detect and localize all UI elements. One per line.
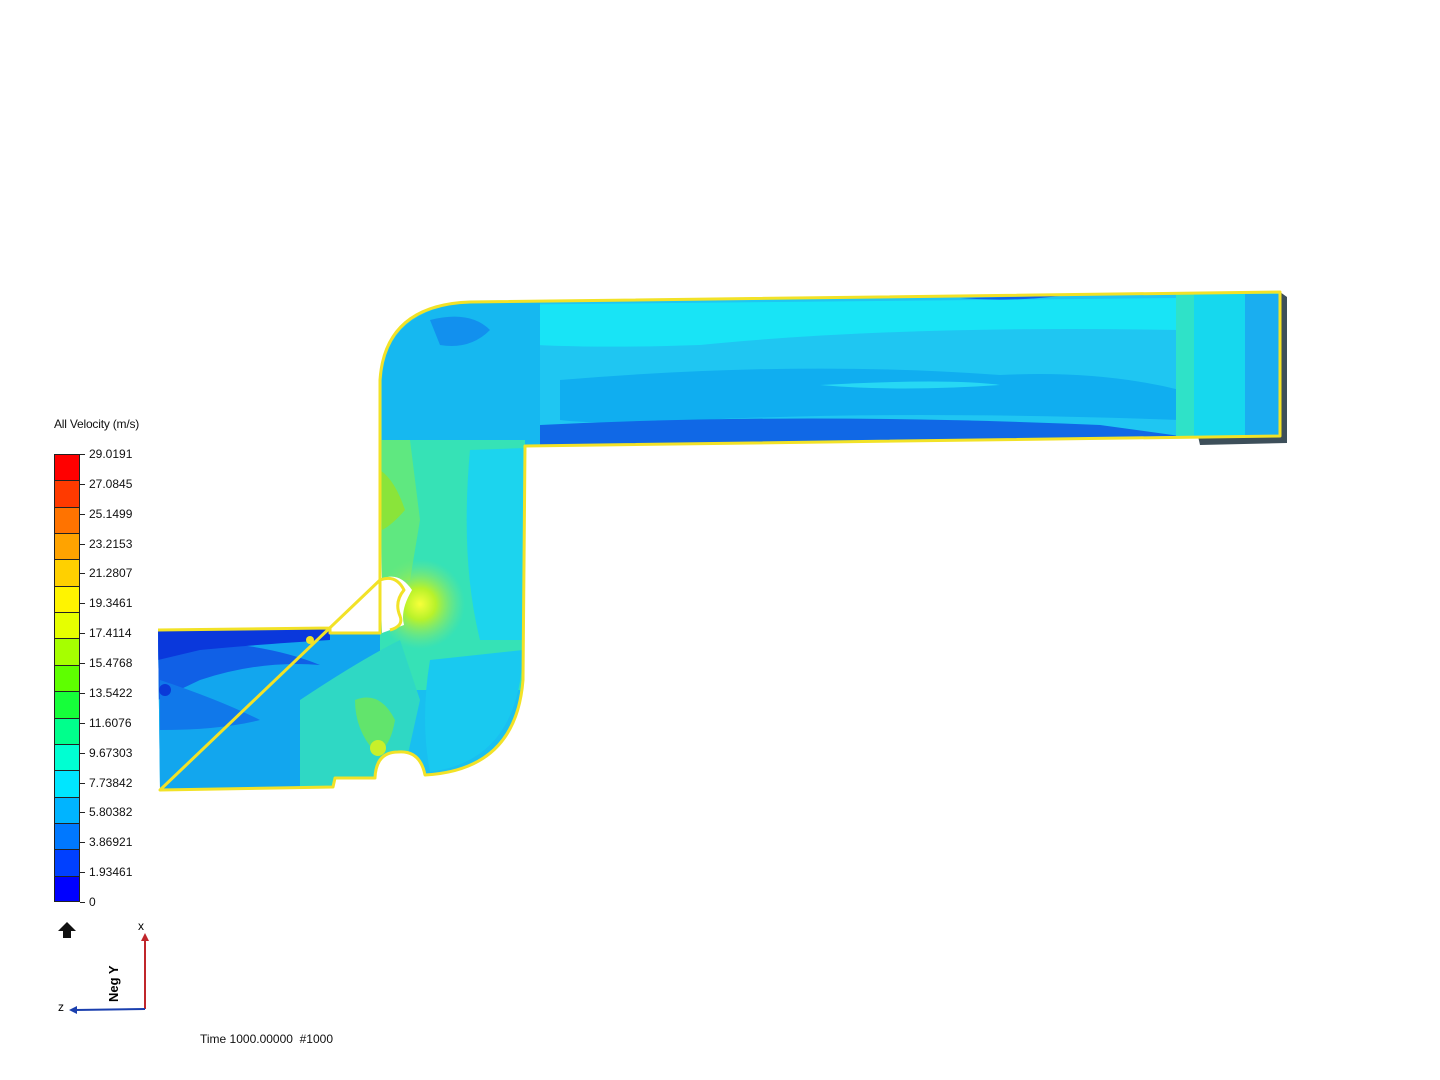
- legend-tick-mark: [80, 902, 85, 903]
- legend-tick-mark: [80, 633, 85, 635]
- axis-triad: x z Neg Y: [58, 919, 149, 1014]
- legend-tick-mark: [80, 454, 85, 455]
- legend-tick-label: 7.73842: [89, 775, 133, 790]
- legend-tick-label: 9.67303: [89, 745, 133, 760]
- legend-tick-mark: [80, 603, 85, 605]
- legend-tick-mark: [80, 782, 85, 784]
- x-axis-arrow: [141, 933, 149, 941]
- legend-tick-label: 27.0845: [89, 476, 133, 491]
- legend-tick-mark: [80, 722, 85, 724]
- legend-tick-mark: [80, 513, 85, 515]
- legend-title: All Velocity (m/s): [54, 417, 140, 431]
- z-axis-arrow: [69, 1006, 77, 1014]
- legend-tick-mark: [80, 573, 85, 575]
- legend-tick-label: 1.93461: [89, 865, 133, 880]
- legend-tick-label: 3.86921: [89, 835, 133, 850]
- z-axis-label: z: [58, 1000, 64, 1014]
- simulation-viewport[interactable]: [0, 0, 1440, 1080]
- z-axis-line: [74, 1008, 146, 1011]
- legend-tick-label: 0: [89, 895, 96, 909]
- velocity-contour-field: [157, 290, 1287, 792]
- legend-tick-label: 11.6076: [89, 715, 132, 730]
- legend-tick-label: 25.1499: [89, 506, 133, 521]
- legend-tick-mark: [80, 872, 85, 874]
- legend-tick-label: 23.2153: [89, 536, 133, 551]
- velocity-legend: All Velocity (m/s) 29.0191 27.0845 25.1499…: [50, 412, 210, 912]
- legend-tick-label: 19.3461: [89, 596, 133, 611]
- x-axis-label: x: [138, 919, 144, 933]
- legend-tick-mark: [80, 543, 85, 545]
- legend-tick-mark: [80, 752, 85, 754]
- legend-tick-label: 13.5422: [89, 685, 133, 700]
- legend-tick-label: 29.0191: [89, 447, 133, 461]
- view-direction-label: Neg Y: [106, 965, 121, 1002]
- legend-colorbar-frame: [54, 454, 80, 902]
- legend-tick-label: 15.4768: [89, 656, 133, 671]
- legend-tick-mark: [80, 692, 85, 694]
- legend-tick-mark: [80, 663, 85, 665]
- time-readout: Time 1000.00000 #1000: [200, 1032, 333, 1046]
- legend-tick-label: 17.4114: [89, 626, 132, 641]
- legend-tick-mark: [80, 812, 85, 814]
- legend-tick-mark: [80, 842, 85, 844]
- legend-tick-label: 5.80382: [89, 805, 133, 820]
- legend-tick-label: 21.2807: [89, 566, 133, 581]
- legend-tick-mark: [80, 483, 85, 485]
